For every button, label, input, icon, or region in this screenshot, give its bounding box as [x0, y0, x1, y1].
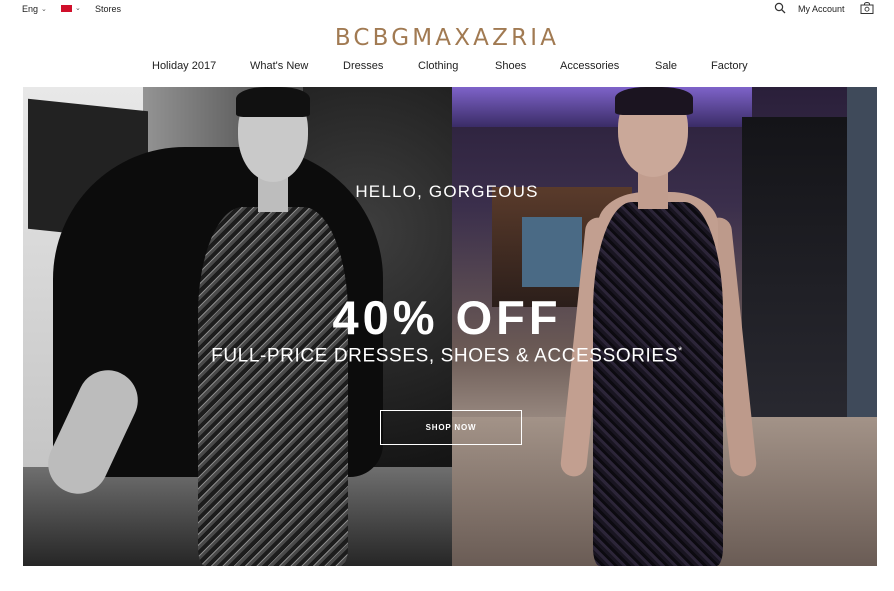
nav-item-accessories[interactable]: Accessories [560, 60, 619, 72]
sequin-dress-right [593, 202, 723, 566]
chevron-down-icon: ⌄ [41, 6, 47, 13]
model-hair [236, 87, 310, 117]
my-account-link[interactable]: My Account [798, 4, 845, 14]
nav-item-clothing[interactable]: Clothing [418, 60, 458, 72]
shopping-bag-icon[interactable] [860, 2, 874, 14]
language-selector[interactable]: Eng ⌄ [22, 4, 47, 14]
utility-bar: Eng ⌄ ⌄ Stores My Account [0, 0, 894, 18]
main-navigation: Holiday 2017 What's New Dresses Clothing… [0, 60, 894, 78]
flag-icon [61, 4, 72, 12]
search-icon[interactable] [774, 2, 786, 14]
nav-item-dresses[interactable]: Dresses [343, 60, 383, 72]
hero-headline: 40% OFF [332, 291, 562, 344]
nav-item-sale[interactable]: Sale [655, 60, 677, 72]
chevron-down-icon: ⌄ [75, 5, 81, 12]
country-selector[interactable]: ⌄ [61, 4, 81, 12]
shop-now-button[interactable]: SHOP NOW [380, 410, 522, 445]
language-label: Eng [22, 4, 39, 14]
sequin-dress-left [198, 207, 348, 566]
hero-subline: FULL-PRICE DRESSES, SHOES & ACCESSORIES* [0, 345, 894, 367]
hero-subline-text: FULL-PRICE DRESSES, SHOES & ACCESSORIES [211, 345, 678, 367]
hero-subline-mark: * [677, 345, 683, 357]
nav-item-holiday-2017[interactable]: Holiday 2017 [152, 60, 216, 72]
model-hair [615, 87, 693, 115]
stores-link[interactable]: Stores [95, 4, 121, 14]
hero-greeting: HELLO, GORGEOUS [355, 182, 539, 201]
nav-item-factory[interactable]: Factory [711, 60, 748, 72]
brand-logo[interactable]: BCBGMAXAZRIA [0, 25, 894, 51]
nav-item-whats-new[interactable]: What's New [250, 60, 308, 72]
nav-item-shoes[interactable]: Shoes [495, 60, 526, 72]
